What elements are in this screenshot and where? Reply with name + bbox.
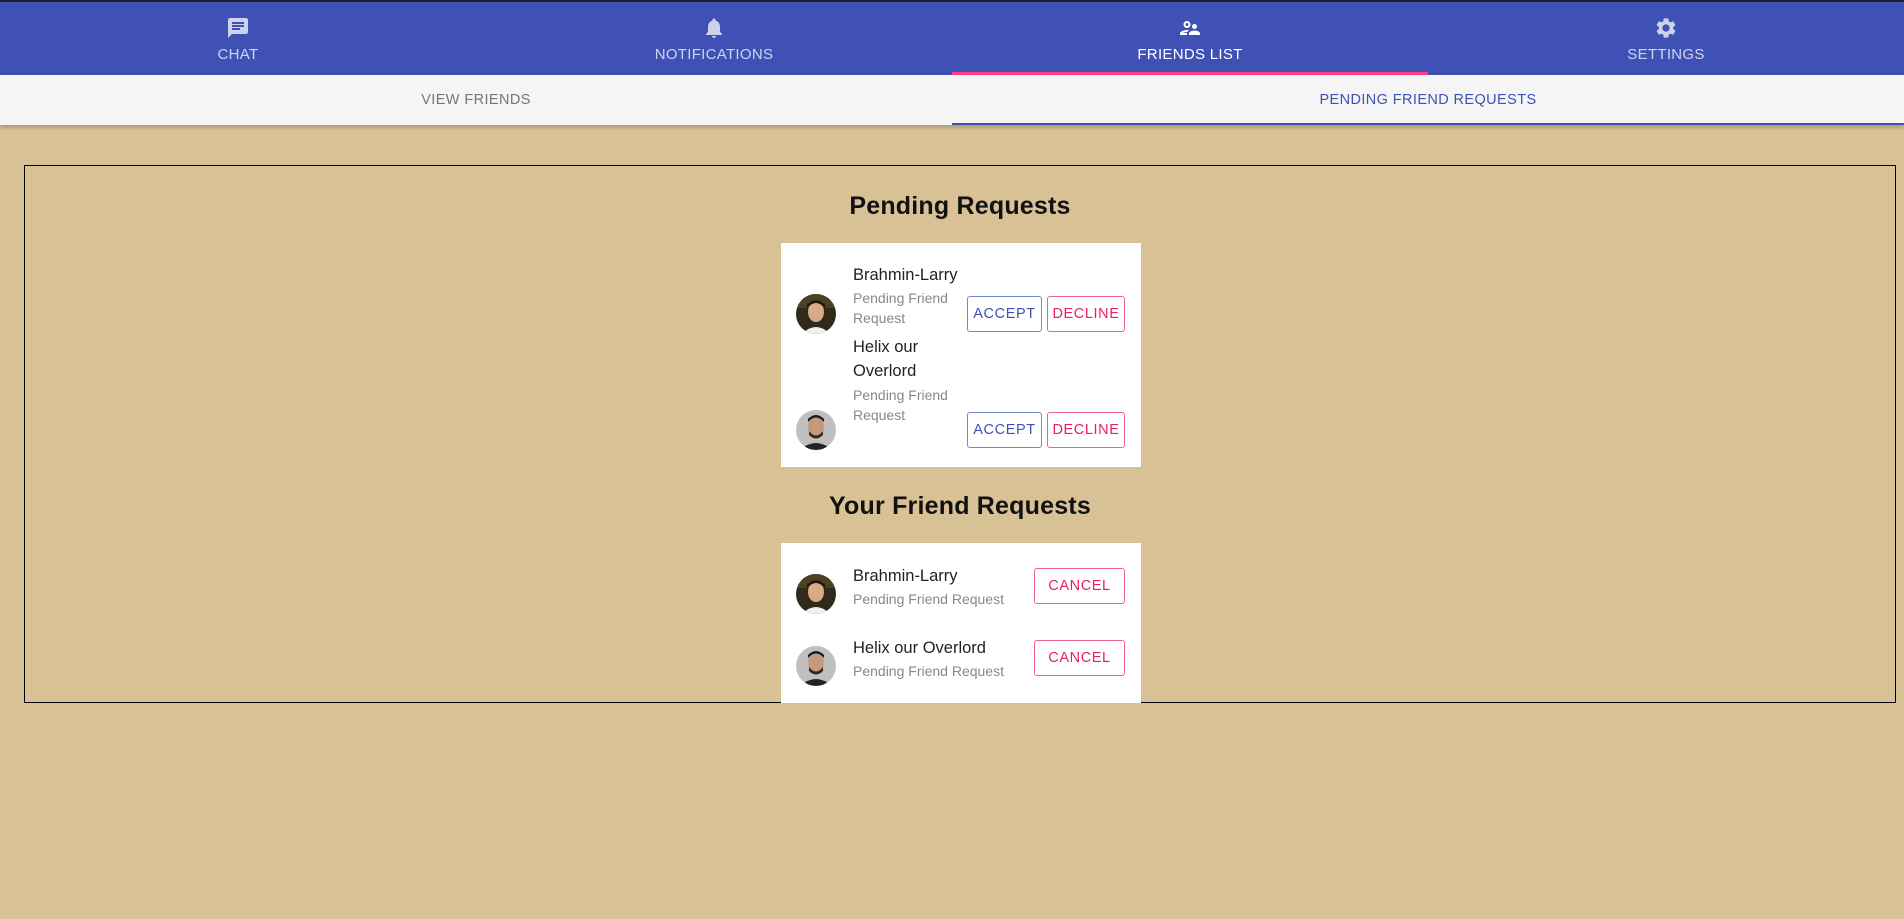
avatar: [796, 410, 836, 450]
subtab-view-friends-label: VIEW FRIENDS: [421, 92, 531, 108]
request-status: Pending Friend Request: [853, 591, 1004, 607]
request-recipient-name: Brahmin-Larry: [853, 567, 958, 585]
your-friend-requests-title: Your Friend Requests: [829, 492, 1091, 520]
request-status-line2: Request: [853, 407, 906, 423]
tab-friends-list-label: FRIENDS LIST: [1137, 46, 1243, 63]
bell-icon: [702, 16, 726, 40]
list-item: Helix our Overlord Pending Friend Reques…: [781, 615, 1141, 703]
gear-icon: [1654, 16, 1678, 40]
list-item: Brahmin-Larry Pending Friend Request ACC…: [781, 243, 1141, 335]
request-status: Pending Friend: [853, 290, 948, 306]
subtab-pending-friend-requests[interactable]: PENDING FRIEND REQUESTS: [952, 75, 1904, 125]
tab-chat-label: CHAT: [217, 46, 259, 63]
request-status-line2: Request: [853, 310, 906, 326]
tab-chat[interactable]: CHAT: [0, 2, 476, 75]
request-status: Pending Friend: [853, 387, 948, 403]
requests-panel: Pending Requests Brahmin-Larry Pending F…: [24, 165, 1896, 703]
main-navigation-bar: CHAT NOTIFICATIONS FRIENDS LIST SETTINGS: [0, 2, 1904, 75]
decline-button[interactable]: DECLINE: [1047, 296, 1125, 332]
tab-friends-list[interactable]: FRIENDS LIST: [952, 2, 1428, 75]
friends-sub-navigation: VIEW FRIENDS PENDING FRIEND REQUESTS: [0, 75, 1904, 125]
avatar: [796, 574, 836, 614]
outgoing-requests-list: Brahmin-Larry Pending Friend Request CAN…: [781, 543, 1141, 703]
accept-button[interactable]: ACCEPT: [967, 296, 1042, 332]
avatar: [796, 294, 836, 334]
pending-requests-list: Brahmin-Larry Pending Friend Request ACC…: [781, 243, 1141, 467]
avatar: [796, 646, 836, 686]
active-subtab-indicator: [952, 123, 1904, 125]
subtab-pending-label: PENDING FRIEND REQUESTS: [1319, 92, 1537, 108]
chat-icon: [226, 16, 250, 40]
people-icon: [1178, 16, 1202, 40]
cancel-button[interactable]: CANCEL: [1034, 568, 1125, 604]
tab-notifications[interactable]: NOTIFICATIONS: [476, 2, 952, 75]
subtab-view-friends[interactable]: VIEW FRIENDS: [0, 75, 952, 125]
requester-name: Brahmin-Larry: [853, 266, 958, 284]
requester-name-line2: Overlord: [853, 362, 917, 380]
decline-button[interactable]: DECLINE: [1047, 412, 1125, 448]
cancel-button[interactable]: CANCEL: [1034, 640, 1125, 676]
tab-settings-label: SETTINGS: [1627, 46, 1705, 63]
list-item: Helix our Overlord Pending Friend Reques…: [781, 335, 1141, 467]
tab-notifications-label: NOTIFICATIONS: [654, 46, 774, 63]
request-recipient-name: Helix our Overlord: [853, 639, 986, 657]
accept-button[interactable]: ACCEPT: [967, 412, 1042, 448]
tab-settings[interactable]: SETTINGS: [1428, 2, 1904, 75]
requester-name: Helix our: [853, 338, 919, 356]
request-status: Pending Friend Request: [853, 663, 1004, 679]
pending-requests-title: Pending Requests: [849, 192, 1071, 220]
list-item: Brahmin-Larry Pending Friend Request CAN…: [781, 543, 1141, 615]
